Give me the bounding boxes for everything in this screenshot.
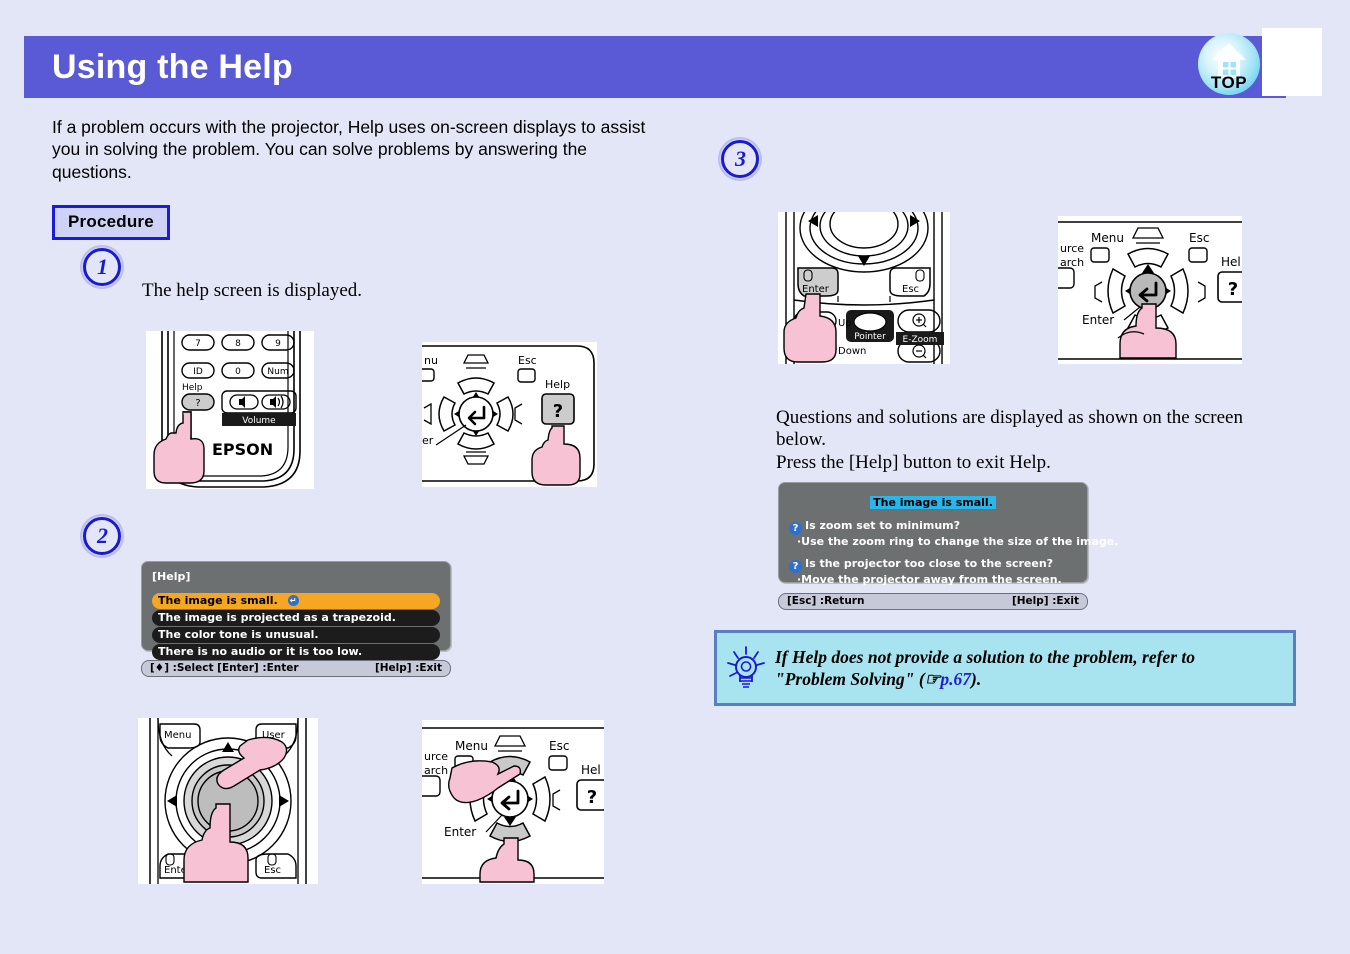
remote-esc-label: Esc: [902, 284, 919, 295]
enter-hint-icon: ↵: [287, 595, 299, 606]
panel-menu-label: nu: [424, 354, 438, 367]
osd-answer-screen: The image is small. ? Is zoom set to mini…: [778, 482, 1119, 610]
remote-help-label: Help: [182, 383, 203, 393]
osd-footer-left: [Esc] :Return: [787, 595, 865, 607]
step-3-text-line-2: below.: [776, 429, 826, 450]
osd-menu-item[interactable]: The color tone is unusual.: [152, 627, 440, 643]
top-logo-label: TOP: [1210, 73, 1248, 92]
figure-panel-help-button: nu Esc Help er ?: [422, 342, 597, 487]
panel-help-question-mark: ?: [553, 401, 563, 422]
osd-answer-footer: [Esc] :Return [Help] :Exit: [778, 593, 1088, 610]
figure-panel-enter-button: urce arch Menu Esc Hel Enter ?: [1058, 216, 1242, 364]
remote-key-id: ID: [193, 367, 203, 377]
panel-enter-label: Enter: [444, 825, 476, 839]
header-white-block: [1262, 28, 1322, 96]
step-1-ring: 1: [83, 248, 121, 286]
osd-help-menu-title: [Help]: [152, 570, 191, 583]
panel-esc-label: Esc: [549, 739, 569, 753]
step-2-number: 2: [97, 523, 108, 548]
figure-remote-help-button: 7 8 9 ID 0 Num Help ? Volume EPSON: [146, 331, 314, 489]
step-3-ring: 3: [721, 140, 759, 178]
tip-box: If Help does not provide a solution to t…: [714, 630, 1296, 706]
panel-source-label: urce: [424, 750, 448, 763]
tip-line-1: If Help does not provide a solution to t…: [775, 646, 1195, 667]
step-1-number: 1: [97, 254, 108, 279]
osd-help-menu-panel: [Help] The image is small. ↵ The image i…: [141, 561, 451, 660]
panel-menu-label: Menu: [1091, 231, 1124, 245]
figure-panel-navigation-arrows: urce arch Menu Esc Hel Enter ?: [422, 720, 604, 884]
panel-search-label: arch: [1060, 256, 1084, 269]
remote-pointer-label: Pointer: [854, 332, 886, 342]
page-title: Using the Help: [52, 48, 293, 86]
remote-help-question-mark: ?: [195, 398, 200, 409]
tip-icon-container: [717, 645, 775, 691]
lightbulb-icon: [727, 646, 765, 688]
figure-remote-enter-button: Enter Esc Pointer Up Down E-Zoom: [778, 212, 950, 364]
panel-search-label: arch: [424, 764, 448, 777]
osd-menu-item[interactable]: There is no audio or it is too low.: [152, 644, 440, 660]
osd-help-menu: [Help] The image is small. ↵ The image i…: [141, 561, 453, 677]
osd-answer-solution: ·Move the projector away from the screen…: [797, 573, 1062, 586]
step-3-number: 3: [735, 146, 746, 171]
pointer-hand-glyph: ☞: [924, 669, 941, 689]
tip-page-link[interactable]: p.67: [940, 669, 971, 689]
remote-key-num: Num: [267, 367, 288, 377]
osd-menu-item[interactable]: The image is small. ↵: [152, 593, 440, 609]
panel-source-label: urce: [1060, 242, 1084, 255]
page-header: Using the Help: [24, 36, 1286, 98]
remote-ezoom-label: E-Zoom: [903, 335, 938, 345]
question-icon: ?: [789, 522, 802, 535]
step-2-marker: 2: [80, 514, 124, 558]
panel-esc-label: Esc: [518, 354, 537, 367]
remote-menu-label: Menu: [164, 730, 191, 741]
remote-key-7: 7: [195, 339, 201, 349]
panel-help-label: Hel: [1221, 255, 1241, 269]
step-1-marker: 1: [80, 245, 124, 289]
panel-enter-label: er: [422, 434, 434, 447]
osd-footer-right: [Help] :Exit: [1011, 595, 1079, 607]
osd-footer-left: [♦] :Select [Enter] :Enter: [150, 662, 299, 674]
step-3-marker: 3: [718, 137, 762, 181]
remote-volume-label: Volume: [242, 416, 276, 426]
remote-up-label: Up: [838, 318, 852, 329]
osd-help-menu-footer: [♦] :Select [Enter] :Enter [Help] :Exit: [141, 660, 451, 677]
osd-footer-right: [Help] :Exit: [374, 662, 442, 674]
osd-answer-question: ? Is zoom set to minimum?: [789, 519, 1077, 535]
panel-help-label: Help: [545, 378, 570, 391]
procedure-label: Procedure: [52, 205, 170, 241]
panel-menu-label: Menu: [455, 739, 488, 753]
tip-text: If Help does not provide a solution to t…: [775, 646, 1205, 691]
step-3-text-line-3: Press the [Help] button to exit Help.: [776, 452, 1051, 473]
osd-menu-item[interactable]: The image is projected as a trapezoid.: [152, 610, 440, 626]
panel-help-question-mark: ?: [587, 787, 597, 808]
remote-down-label: Down: [838, 346, 866, 357]
remote-key-8: 8: [235, 339, 241, 349]
remote-esc-label: Esc: [264, 865, 281, 876]
panel-enter-label: Enter: [1082, 313, 1114, 327]
remote-key-0: 0: [235, 367, 241, 377]
left-column: If a problem occurs with the projector, …: [52, 116, 672, 241]
intro-paragraph: If a problem occurs with the projector, …: [52, 117, 646, 182]
question-icon: ?: [789, 560, 802, 573]
osd-answer-title: The image is small.: [870, 496, 996, 509]
remote-key-9: 9: [275, 339, 281, 349]
osd-menu-item-label: The image is small.: [158, 594, 278, 607]
panel-help-question-mark: ?: [1228, 279, 1238, 300]
panel-esc-label: Esc: [1189, 231, 1209, 245]
osd-answer-solution: ·Use the zoom ring to change the size of…: [797, 535, 1119, 548]
top-logo[interactable]: TOP: [1198, 33, 1264, 99]
figure-remote-navigation-pad: Menu User Enter Esc: [138, 718, 318, 884]
osd-answer-question: ? Is the projector too close to the scree…: [789, 557, 1077, 573]
step-3-text-line-1: Questions and solutions are displayed as…: [776, 407, 1243, 428]
panel-help-label: Hel: [581, 763, 601, 777]
step-2-ring: 2: [83, 517, 121, 555]
osd-answer-panel: The image is small. ? Is zoom set to mini…: [778, 482, 1119, 586]
remote-brand-label: EPSON: [212, 440, 273, 459]
tip-line-2: "Problem Solving" (☞p.67).: [775, 669, 982, 689]
step-1-text: The help screen is displayed.: [142, 280, 363, 301]
